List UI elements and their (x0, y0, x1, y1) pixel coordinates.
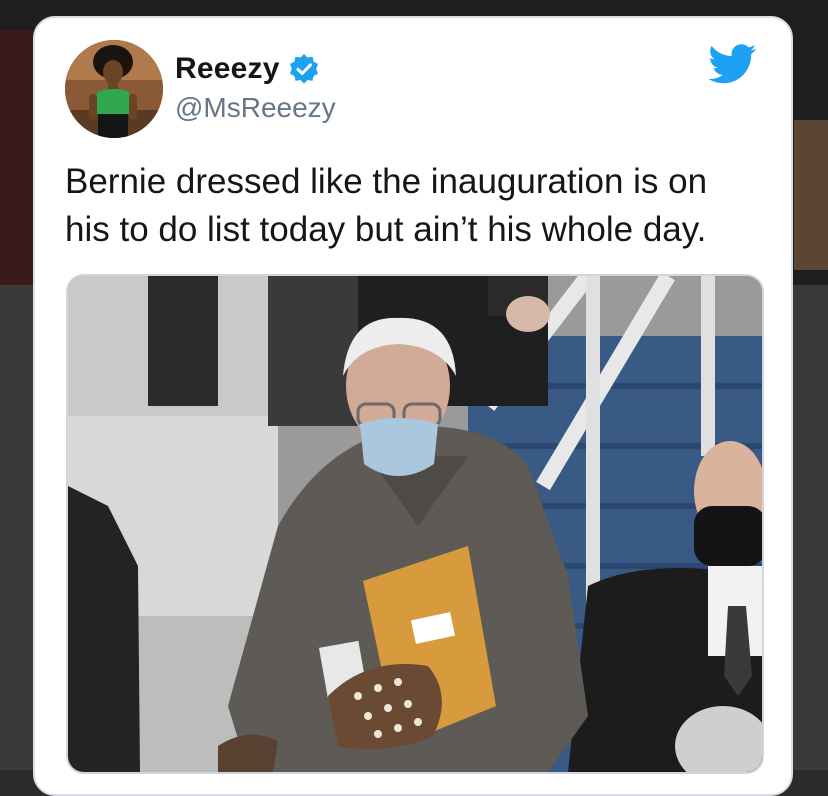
verified-badge-icon (288, 53, 320, 85)
display-name[interactable]: Reeezy (175, 52, 320, 86)
tweet-text: Bernie dressed like the inauguration is … (65, 162, 708, 249)
handle[interactable]: @MsReeezy (175, 92, 336, 124)
tweet-card[interactable]: Reeezy @MsReeezy Bernie dressed like the… (33, 16, 793, 796)
display-name-text: Reeezy (175, 52, 280, 85)
background-right-edge (794, 120, 828, 270)
avatar[interactable] (65, 40, 163, 138)
tweet-media-photo[interactable] (66, 274, 764, 774)
background-left-edge (0, 30, 34, 285)
twitter-bird-icon[interactable] (708, 44, 757, 84)
